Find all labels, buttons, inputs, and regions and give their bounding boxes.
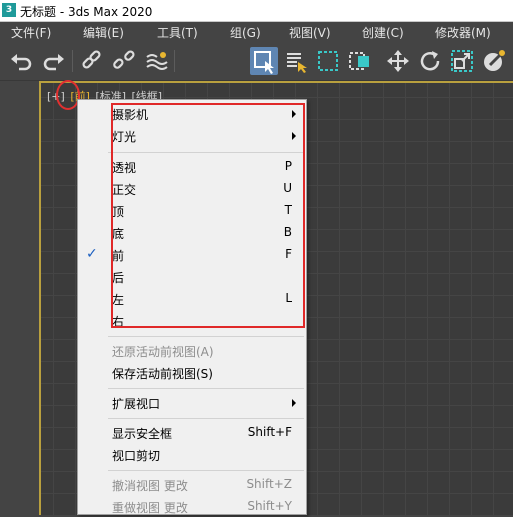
menu-divider — [108, 336, 304, 337]
link-icon[interactable] — [78, 47, 106, 75]
left-command-strip — [0, 81, 39, 515]
menu-item-shortcut: Shift+F — [247, 425, 292, 439]
menu-divider — [108, 418, 304, 419]
menu-views[interactable]: 视图(V) — [289, 24, 331, 41]
undo-icon[interactable] — [7, 47, 35, 75]
menu-item-viewport-clipping[interactable]: 视口剪切 — [78, 444, 306, 465]
menu-item-label: 还原活动前视图(A) — [112, 345, 214, 359]
scale-icon[interactable] — [448, 47, 476, 75]
menu-item-label: 撤消视图 更改 — [112, 479, 188, 493]
rotate-icon[interactable] — [416, 47, 444, 75]
menu-item-label: 重做视图 更改 — [112, 501, 188, 515]
menu-item-restore-active-view: 还原活动前视图(A) — [78, 340, 306, 361]
redo-icon[interactable] — [40, 47, 68, 75]
main-toolbar: 全部 — [0, 42, 513, 109]
menu-item-redo-view-change: 重做视图 更改 Shift+Y — [78, 496, 306, 517]
title-bar: 3 无标题 - 3ds Max 2020 — [0, 0, 513, 22]
menu-item-label: 扩展视口 — [112, 397, 161, 411]
select-by-name-icon[interactable] — [282, 47, 310, 75]
menu-item-undo-view-change: 撤消视图 更改 Shift+Z — [78, 474, 306, 495]
menu-edit[interactable]: 编辑(E) — [83, 24, 124, 41]
move-icon[interactable] — [384, 47, 412, 75]
menu-item-label: 保存活动前视图(S) — [112, 367, 213, 381]
menu-item-shortcut: Shift+Y — [247, 499, 292, 513]
menu-group[interactable]: 组(G) — [230, 24, 261, 41]
select-object-icon[interactable] — [250, 47, 278, 75]
bind-space-warp-icon[interactable] — [142, 47, 170, 75]
menu-tools[interactable]: 工具(T) — [157, 24, 198, 41]
toolbar-separator — [72, 50, 73, 72]
menu-file[interactable]: 文件(F) — [11, 24, 51, 41]
window-crossing-icon[interactable] — [346, 47, 374, 75]
menu-item-label: 视口剪切 — [112, 449, 161, 463]
menu-modifiers[interactable]: 修改器(M) — [435, 24, 491, 41]
menu-item-label: 显示安全框 — [112, 427, 173, 441]
menu-divider — [108, 388, 304, 389]
check-icon: ✓ — [86, 246, 98, 262]
menu-bar: 文件(F) 编辑(E) 工具(T) 组(G) 视图(V) 创建(C) 修改器(M… — [0, 22, 513, 42]
menu-create[interactable]: 创建(C) — [362, 24, 404, 41]
submenu-arrow-icon — [292, 399, 296, 407]
unlink-icon[interactable] — [110, 47, 138, 75]
toolbar-separator — [174, 50, 175, 72]
window-title: 无标题 - 3ds Max 2020 — [20, 5, 153, 19]
annotation-highlight-box — [111, 103, 305, 328]
app-icon: 3 — [2, 3, 16, 17]
menu-divider — [108, 470, 304, 471]
menu-item-show-safe-frames[interactable]: 显示安全框 Shift+F — [78, 422, 306, 443]
menu-item-extended-viewports[interactable]: 扩展视口 — [78, 392, 306, 413]
menu-item-save-active-view[interactable]: 保存活动前视图(S) — [78, 362, 306, 383]
menu-item-shortcut: Shift+Z — [246, 477, 292, 491]
rectangle-region-icon[interactable] — [314, 47, 342, 75]
placement-icon[interactable] — [480, 47, 508, 75]
